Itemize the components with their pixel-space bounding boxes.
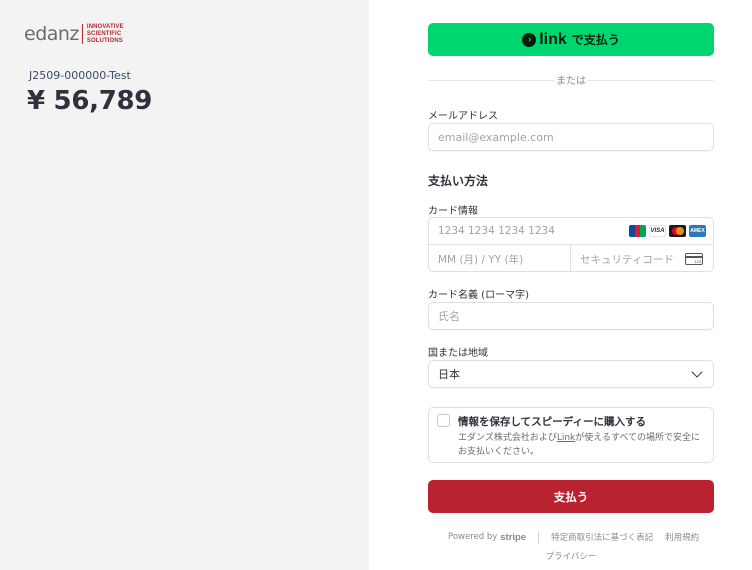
card-expiry-cvc-row: MM (月) / YY (年) セキュリティコード 123 xyxy=(429,245,713,272)
link-brand-text: link xyxy=(539,30,567,48)
checkout-form: › link で支払う または メールアドレス 支払い方法 カード情報 1234… xyxy=(369,0,752,570)
expiry-placeholder: MM (月) / YY (年) xyxy=(438,254,524,266)
card-details-group: 1234 1234 1234 1234 VISA AMEX MM (月) / Y… xyxy=(428,217,714,272)
order-amount: ¥ 56,789 xyxy=(27,86,153,116)
country-label: 国または地域 xyxy=(428,348,488,359)
stripe-logo[interactable]: stripe xyxy=(500,532,526,543)
footer-divider xyxy=(538,531,540,543)
card-number-placeholder: 1234 1234 1234 1234 xyxy=(438,225,555,237)
chevron-down-icon xyxy=(691,366,703,378)
powered-by-text: Powered by xyxy=(448,532,498,542)
order-summary-panel: edanz INNOVATIVE SCIENTIFIC SOLUTIONS J2… xyxy=(0,0,369,570)
terms-link[interactable]: 利用規約 xyxy=(665,531,699,543)
logo-tagline: INNOVATIVE SCIENTIFIC SOLUTIONS xyxy=(87,24,124,44)
amex-icon: AMEX xyxy=(689,225,706,237)
cardholder-name-field[interactable] xyxy=(428,302,714,330)
cvc-card-icon: 123 xyxy=(685,253,703,265)
cvc-icon-text: 123 xyxy=(694,259,701,264)
save-info-title: 情報を保存してスピーディーに購入する xyxy=(458,416,646,428)
legal-notice-link[interactable]: 特定商取引法に基づく表記 xyxy=(551,531,653,543)
card-brands: VISA AMEX xyxy=(629,225,706,237)
order-id: J2509-000000-Test xyxy=(29,69,131,82)
visa-icon-text: VISA xyxy=(650,228,665,234)
logo-tagline-line: SOLUTIONS xyxy=(86,37,123,44)
amex-icon-text: AMEX xyxy=(690,228,705,234)
card-info-label: カード情報 xyxy=(428,206,478,217)
save-info-checkbox[interactable] xyxy=(437,414,450,427)
email-label: メールアドレス xyxy=(428,111,498,122)
expiry-field[interactable]: MM (月) / YY (年) xyxy=(429,245,570,272)
logo-tagline-line: SCIENTIFIC xyxy=(86,30,122,37)
save-desc-text: エダンズ株式会社および xyxy=(458,433,557,443)
save-info-description: エダンズ株式会社およびLinkが使えるすべての場所で安全にお支払いください。 xyxy=(458,431,708,459)
cvc-placeholder: セキュリティコード xyxy=(580,254,674,266)
logo-tagline-line: INNOVATIVE xyxy=(86,24,124,30)
logo-divider xyxy=(81,24,83,45)
jcb-icon xyxy=(629,225,646,237)
save-info-box[interactable]: 情報を保存してスピーディーに購入する エダンズ株式会社およびLinkが使えるすべ… xyxy=(428,407,714,463)
pay-with-link-button[interactable]: › link で支払う xyxy=(428,23,714,56)
pay-button[interactable]: 支払う xyxy=(428,480,714,513)
link-button-label: で支払う xyxy=(571,33,620,47)
email-field[interactable] xyxy=(428,123,714,151)
mastercard-icon xyxy=(669,225,686,237)
country-value: 日本 xyxy=(438,368,460,381)
card-number-field[interactable]: 1234 1234 1234 1234 VISA AMEX xyxy=(429,218,713,245)
cardholder-label: カード名義 (ローマ字) xyxy=(428,290,529,301)
privacy-link[interactable]: プライバシー xyxy=(546,552,597,562)
or-divider-text: または xyxy=(555,72,587,87)
payment-method-title: 支払い方法 xyxy=(428,174,489,188)
visa-icon: VISA xyxy=(649,225,666,237)
cvc-field[interactable]: セキュリティコード 123 xyxy=(571,245,713,272)
link-arrow-icon: › xyxy=(522,32,537,47)
country-select[interactable]: 日本 xyxy=(428,360,714,388)
merchant-logo: edanz INNOVATIVE SCIENTIFIC SOLUTIONS xyxy=(24,23,124,46)
link-inline-link[interactable]: Link xyxy=(557,433,575,443)
logo-wordmark: edanz xyxy=(24,23,79,46)
